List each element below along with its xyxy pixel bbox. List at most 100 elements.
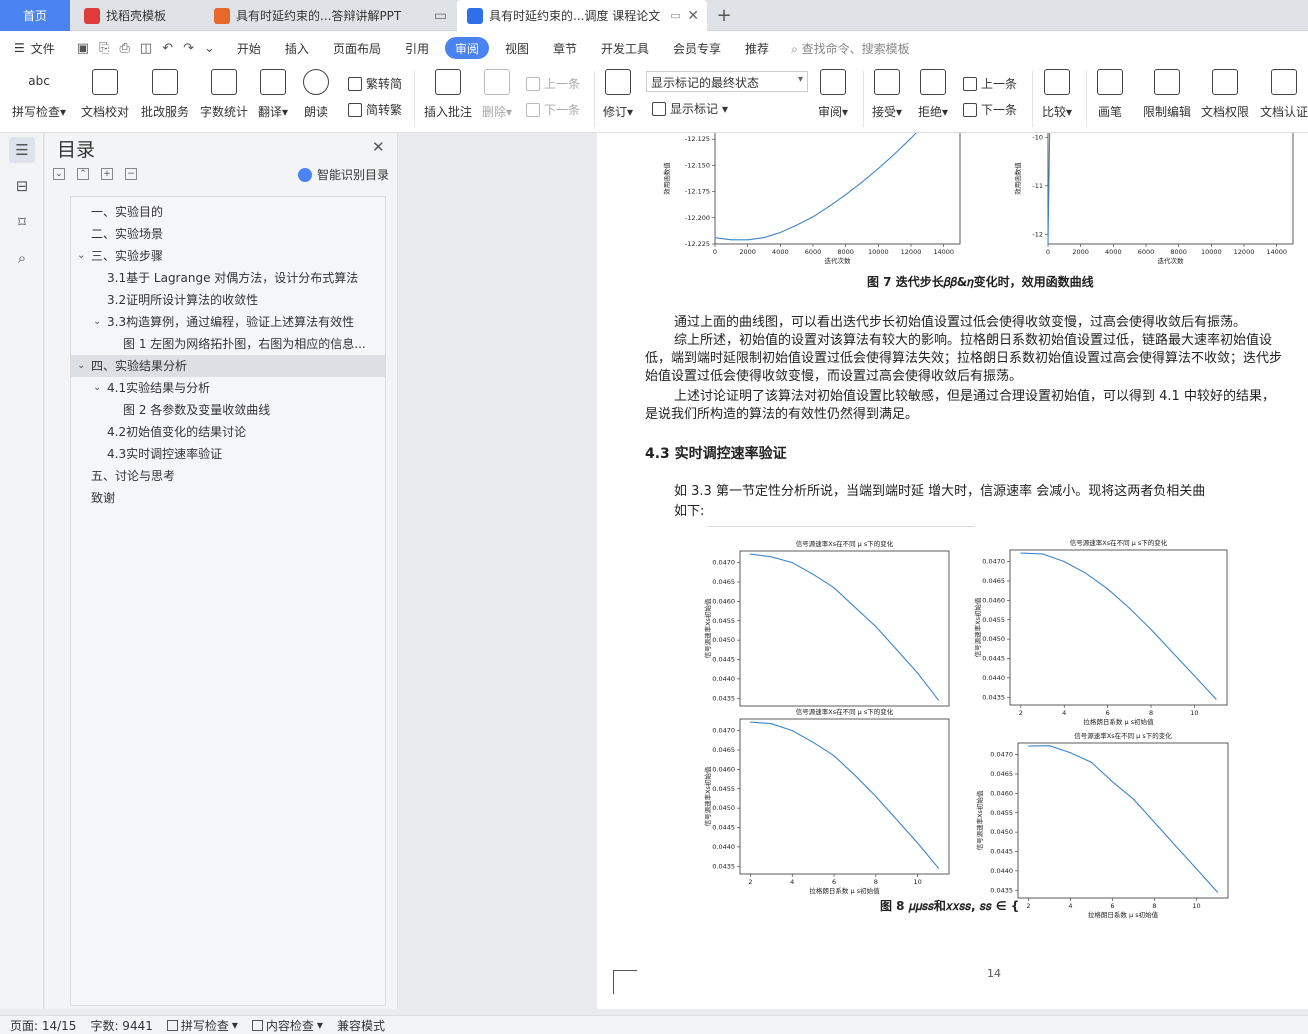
menu-layout[interactable]: 页面布局 (321, 37, 393, 59)
expand-all-icon[interactable]: ⌃ (77, 168, 89, 180)
next-comment-button[interactable]: 下一条 (526, 101, 580, 118)
close-icon[interactable]: ✕ (372, 138, 385, 156)
file-menu[interactable]: ☰ 文件 (0, 37, 67, 59)
reject-button[interactable]: 拒绝▾ (918, 69, 948, 120)
command-search-placeholder: 查找命令、搜索模板 (801, 41, 910, 56)
collapse-all-icon[interactable]: ⌄ (53, 168, 65, 180)
menu-member[interactable]: 会员专享 (661, 37, 733, 59)
spellcheck-button[interactable]: abc 拼写检查▾ (12, 69, 66, 120)
save-icon[interactable]: ▣ (77, 41, 89, 56)
track-changes-button[interactable]: 修订▾ (603, 69, 633, 120)
print-icon[interactable]: ⎙ (119, 41, 129, 56)
content-check-status[interactable]: 内容检查 ▾ (251, 1017, 323, 1034)
data-point (1048, 141, 1050, 143)
toc-item[interactable]: 五、讨论与思考 (71, 465, 385, 487)
toc-item[interactable]: 4.2初始值变化的结果讨论 (71, 421, 385, 443)
menu-devtools[interactable]: 开发工具 (589, 37, 661, 59)
chevron-down-icon[interactable]: ⌄ (93, 311, 101, 333)
chevron-down-icon[interactable]: ⌄ (77, 245, 85, 267)
proofread-button[interactable]: 文档校对 (81, 69, 129, 120)
y-tick-label: 0.0465 (712, 746, 735, 754)
translate-button[interactable]: 翻译▾ (258, 69, 288, 120)
document-page[interactable]: 0 2000 4000 6000 8000 10000 12000 14000 -12.125 -… (597, 133, 1308, 1009)
smart-toc-label: 智能识别目录 (317, 168, 390, 182)
toc-item[interactable]: 4.3实时调控速率验证 (71, 443, 385, 465)
export-icon[interactable]: ⎘ (99, 41, 109, 56)
restrict-edit-button[interactable]: 限制编辑 (1143, 69, 1191, 120)
simp2trad-label: 简转繁 (366, 103, 403, 117)
menu-references[interactable]: 引用 (393, 37, 441, 59)
menu-start[interactable]: 开始 (225, 37, 273, 59)
customize-icon[interactable]: ⌄ (204, 41, 215, 56)
chevron-down-icon[interactable]: ⌄ (77, 355, 85, 377)
data-point (1047, 243, 1049, 245)
menu-view[interactable]: 视图 (493, 37, 541, 59)
markup-state-select[interactable]: 显示标记的最终状态 ▾ (646, 71, 808, 92)
prev-comment-button[interactable]: 上一条 (526, 75, 580, 92)
toc-item[interactable]: ⌄ 3.3构造算例，通过编程，验证上述算法有效性 (71, 311, 385, 333)
pen-button[interactable]: 画笔 (1097, 69, 1123, 120)
spell-check-status[interactable]: 拼写检查 ▾ (166, 1017, 238, 1034)
insert-comment-button[interactable]: 插入批注 (424, 69, 472, 120)
show-markup-icon (652, 101, 666, 116)
tab-close-icon[interactable]: ✕ (687, 8, 699, 24)
trad-to-simp-button[interactable]: 繁转简 (348, 75, 402, 92)
redo-icon[interactable]: ↷ (183, 41, 194, 56)
menu-insert[interactable]: 插入 (273, 37, 321, 59)
toc-item[interactable]: ⌄ 四、实验结果分析 (71, 355, 385, 377)
wordcount-button[interactable]: 字数统计 (200, 69, 248, 120)
spellcheck-icon: abc (26, 69, 53, 95)
menu-chapter[interactable]: 章节 (541, 37, 589, 59)
tab-window-icon[interactable]: ▭ (670, 9, 680, 22)
accept-button[interactable]: 接受▾ (872, 69, 902, 120)
word-count[interactable]: 字数: 9441 (90, 1017, 152, 1034)
data-point (833, 587, 835, 589)
simp-to-trad-button[interactable]: 简转繁 (348, 101, 402, 118)
search-icon[interactable]: ⌕ (9, 245, 35, 271)
toc-item[interactable]: 图 2 各参数及变量收敛曲线 (71, 399, 385, 421)
menu-recommend[interactable]: 推荐 (733, 37, 781, 59)
prev-change-button[interactable]: 上一条 (963, 75, 1017, 92)
preview-icon[interactable]: ◫ (140, 41, 152, 56)
tab-ppt-window-icon[interactable]: ▭ (434, 8, 447, 24)
add-heading-icon[interactable]: + (101, 168, 113, 180)
toc-item[interactable]: ⌄ 4.1实验结果与分析 (71, 377, 385, 399)
tab-home[interactable]: 首页 (0, 0, 70, 31)
data-point (1042, 553, 1044, 555)
tab-template[interactable]: 找稻壳模板 (72, 0, 197, 31)
toc-item[interactable]: 3.2证明所设计算法的收敛性 (71, 289, 385, 311)
toc-nav-icon[interactable]: ☰ (9, 137, 35, 163)
tab-document[interactable]: 具有时延约束的...调度 课程论文 ▭ ✕ (457, 0, 707, 31)
bookmark-icon[interactable]: ⌑ (9, 209, 35, 235)
translate-icon (260, 69, 287, 95)
remove-heading-icon[interactable]: − (125, 168, 137, 180)
review-pane-button[interactable]: 审阅▾ (818, 69, 848, 120)
menu-review[interactable]: 审阅 (444, 37, 489, 59)
undo-icon[interactable]: ↶ (162, 41, 173, 56)
smart-toc-button[interactable]: 智能识别目录 (298, 166, 389, 183)
page-indicator[interactable]: 页面: 14/15 (10, 1017, 76, 1034)
doc-certify-button[interactable]: 文档认证 (1260, 69, 1308, 120)
command-search[interactable]: ⌕ 查找命令、搜索模板 (791, 40, 910, 57)
x-tick-label: 14000 (1266, 248, 1287, 256)
read-aloud-button[interactable]: 朗读 (303, 69, 329, 120)
y-tick-label: 0.0450 (712, 636, 735, 644)
new-tab-button[interactable]: + (712, 0, 736, 31)
series-line (714, 133, 917, 241)
toc-list: 一、实验目的 二、实验场景 ⌄ 三、实验步骤 3.1基于 Lagrange 对偶方法，设… (70, 196, 386, 1006)
toc-item[interactable]: 3.1基于 Lagrange 对偶方法，设计分布式算法 (71, 267, 385, 289)
toc-item[interactable]: 一、实验目的 (71, 201, 385, 223)
chevron-down-icon[interactable]: ⌄ (93, 377, 101, 399)
batch-service-button[interactable]: 批改服务 (141, 69, 189, 120)
compare-button[interactable]: 比较▾ (1042, 69, 1072, 120)
next-change-button[interactable]: 下一条 (963, 101, 1017, 118)
tab-ppt[interactable]: 具有时延约束的...答辩讲解PPT ▭ (200, 0, 455, 31)
toc-item[interactable]: ⌄ 三、实验步骤 (71, 245, 385, 267)
delete-comment-button[interactable]: 删除▾ (482, 69, 512, 120)
toc-item[interactable]: 图 1 左图为网络拓扑图，右图为相应的信息... (71, 333, 385, 355)
show-markup-button[interactable]: 显示标记 ▾ (652, 100, 728, 117)
toc-item[interactable]: 二、实验场景 (71, 223, 385, 245)
chapter-nav-icon[interactable]: ⊟ (9, 173, 35, 199)
toc-item[interactable]: 致谢 (71, 487, 385, 509)
doc-rights-button[interactable]: 文档权限 (1201, 69, 1249, 120)
